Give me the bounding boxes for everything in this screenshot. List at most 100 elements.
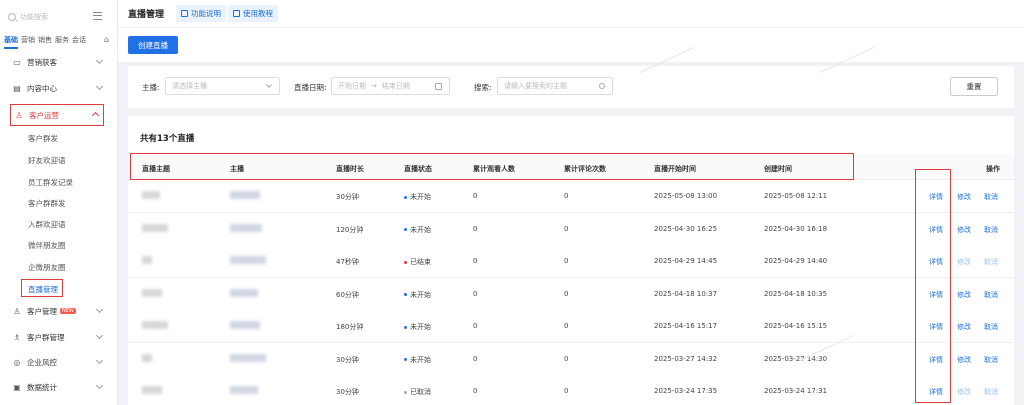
cancel-link[interactable]: 取消 bbox=[984, 225, 998, 235]
viewers-cell: 0 bbox=[473, 224, 478, 233]
chevron-down-icon bbox=[95, 356, 104, 365]
cancel-link[interactable]: 取消 bbox=[984, 257, 998, 267]
start-time-cell: 2025-03-27 14:32 bbox=[654, 354, 718, 363]
created-time-cell: 2025-03-27 14:30 bbox=[764, 354, 828, 363]
status-cell: 未开始 bbox=[404, 192, 431, 202]
edit-link[interactable]: 修改 bbox=[957, 355, 971, 365]
start-time-cell: 2025-04-29 14:45 bbox=[654, 257, 718, 265]
comments-cell: 0 bbox=[564, 257, 569, 265]
edit-link[interactable]: 修改 bbox=[957, 225, 971, 235]
duration-cell: 30分钟 bbox=[336, 388, 359, 396]
cancel-link[interactable]: 取消 bbox=[984, 192, 998, 202]
sub-item[interactable]: 企微朋友圈 bbox=[28, 262, 66, 273]
col-viewers: 累计观看人数 bbox=[473, 165, 515, 173]
viewers-cell: 0 bbox=[473, 387, 478, 395]
start-time-cell: 2025-04-16 15:17 bbox=[654, 322, 718, 330]
create-area: 创建直播 bbox=[118, 28, 1024, 62]
chevron-down-icon bbox=[95, 305, 104, 314]
live-table-panel: 共有13个直播 直播主题 主播 直播时长 直播状态 累计观看人数 累计评论次数 … bbox=[128, 116, 1014, 405]
viewers-cell: 0 bbox=[473, 192, 478, 200]
calendar-icon bbox=[435, 83, 442, 90]
col-anchor: 主播 bbox=[230, 165, 244, 173]
col-status: 直播状态 bbox=[404, 165, 432, 173]
table-row: 60分钟 未开始 0 0 2025-04-18 10:37 2025-04-18 10:3… bbox=[128, 278, 1014, 311]
sidebar-item-customer-mgmt[interactable]: ♙ 客户管理 NEW bbox=[0, 300, 118, 322]
tab-marketing[interactable]: 营销 bbox=[21, 35, 35, 49]
cancel-link[interactable]: 取消 bbox=[984, 290, 998, 300]
tab-service[interactable]: 服务 bbox=[55, 35, 69, 49]
sidebar-item-content[interactable]: ▤ 内容中心 bbox=[0, 77, 118, 99]
sub-item[interactable]: 入群欢迎语 bbox=[28, 219, 66, 230]
comments-cell: 0 bbox=[564, 387, 569, 395]
chevron-up-icon bbox=[91, 111, 100, 120]
edit-link[interactable]: 修改 bbox=[957, 290, 971, 300]
book-icon bbox=[181, 10, 189, 17]
tab-basic[interactable]: 基础 bbox=[4, 35, 18, 49]
comments-cell: 0 bbox=[564, 192, 569, 200]
search-icon bbox=[8, 13, 16, 21]
col-duration: 直播时长 bbox=[336, 165, 364, 173]
sidebar-item-customer-ops[interactable]: ♙ 客户运营 bbox=[10, 104, 104, 126]
sidebar-item-group-mgmt[interactable]: ♗ 客户群管理 bbox=[0, 326, 118, 348]
anchor-redacted bbox=[230, 256, 266, 264]
sub-item[interactable]: 员工群发记录 bbox=[28, 177, 73, 188]
table-row: 180分钟 未开始 0 0 2025-04-16 15:17 2025-04-16 15:… bbox=[128, 310, 1014, 343]
cancel-link[interactable]: 取消 bbox=[984, 355, 998, 365]
create-live-button[interactable]: 创建直播 bbox=[128, 36, 178, 54]
status-cell: 未开始 bbox=[404, 290, 431, 300]
sidebar-item-stats[interactable]: ▣ 数据统计 bbox=[0, 376, 118, 398]
topic-redacted bbox=[142, 191, 160, 199]
anchor-select[interactable]: 请选择主播 bbox=[165, 77, 280, 95]
cancel-link[interactable]: 取消 bbox=[984, 322, 998, 332]
feature-help-link[interactable]: 功能说明 bbox=[176, 5, 227, 22]
col-comments: 累计评论次数 bbox=[564, 165, 606, 173]
sidebar-item-label: 数据统计 bbox=[27, 382, 57, 392]
status-text: 未开始 bbox=[410, 193, 431, 201]
sidebar-item-risk[interactable]: ◎ 企业风控 bbox=[0, 351, 118, 373]
edit-link[interactable]: 修改 bbox=[957, 257, 971, 267]
menu-collapse-icon[interactable] bbox=[93, 12, 102, 20]
sidebar-item-label: 客户群管理 bbox=[27, 332, 65, 342]
date-range-picker[interactable]: 开始日期 → 结束日期 bbox=[331, 77, 450, 95]
start-time-cell: 2025-03-24 17:35 bbox=[654, 387, 718, 395]
anchor-redacted bbox=[230, 288, 258, 297]
sidebar-item-marketing[interactable]: ▭ 营销获客 bbox=[0, 51, 118, 73]
sidebar-item-label: 营销获客 bbox=[27, 57, 57, 67]
topic-redacted bbox=[142, 288, 162, 297]
table-row: 47秒钟 已结束 0 0 2025-04-29 14:45 2025-04-29 14:4… bbox=[128, 245, 1014, 278]
status-cell: 已结束 bbox=[404, 257, 431, 267]
doc-icon bbox=[233, 10, 241, 17]
sub-item[interactable]: 客户群群发 bbox=[28, 198, 66, 209]
status-dot bbox=[404, 228, 407, 231]
edit-link[interactable]: 修改 bbox=[957, 192, 971, 202]
sub-item[interactable]: 微伴朋友圈 bbox=[28, 240, 66, 251]
date-label: 直播日期: bbox=[294, 83, 327, 92]
topic-redacted bbox=[142, 223, 168, 232]
edit-link[interactable]: 修改 bbox=[957, 322, 971, 332]
cancel-link[interactable]: 取消 bbox=[984, 387, 998, 397]
sidebar: 功能搜索 基础 营销 销售 服务 会话 ⌂ ▭ 营销获客 ▤ 内容中心 ♙ 客户… bbox=[0, 0, 118, 405]
chevron-down-icon bbox=[266, 82, 272, 88]
reset-button[interactable]: 重置 bbox=[950, 77, 998, 96]
status-text: 未开始 bbox=[410, 290, 431, 299]
edit-link[interactable]: 修改 bbox=[957, 387, 971, 397]
sidebar-search[interactable]: 功能搜索 bbox=[8, 9, 90, 25]
duration-cell: 47秒钟 bbox=[336, 258, 359, 266]
search-input[interactable]: 请输入要搜索的主题 bbox=[497, 77, 613, 95]
tab-sales[interactable]: 销售 bbox=[38, 35, 52, 49]
sub-item-live-management[interactable]: 直播管理 bbox=[28, 284, 58, 295]
link-label: 使用教程 bbox=[243, 9, 274, 18]
created-time-cell: 2025-05-08 12:11 bbox=[764, 192, 828, 200]
duration-cell: 120分钟 bbox=[336, 225, 364, 234]
tab-session[interactable]: 会话 bbox=[72, 35, 86, 49]
tutorial-link[interactable]: 使用教程 bbox=[228, 5, 279, 22]
sub-item[interactable]: 好友欢迎语 bbox=[28, 155, 66, 166]
table-row: 120分钟 未开始 0 0 2025-04-30 16:25 2025-04-30 16:… bbox=[128, 213, 1014, 246]
add-category-icon[interactable]: ⌂ bbox=[104, 35, 109, 44]
new-badge: NEW bbox=[60, 308, 76, 314]
created-time-cell: 2025-04-30 16:18 bbox=[764, 224, 828, 233]
sidebar-item-label: 客户运营 bbox=[29, 110, 59, 120]
sub-item[interactable]: 客户群发 bbox=[28, 133, 58, 144]
comments-cell: 0 bbox=[564, 289, 569, 298]
anchor-redacted bbox=[230, 223, 262, 232]
